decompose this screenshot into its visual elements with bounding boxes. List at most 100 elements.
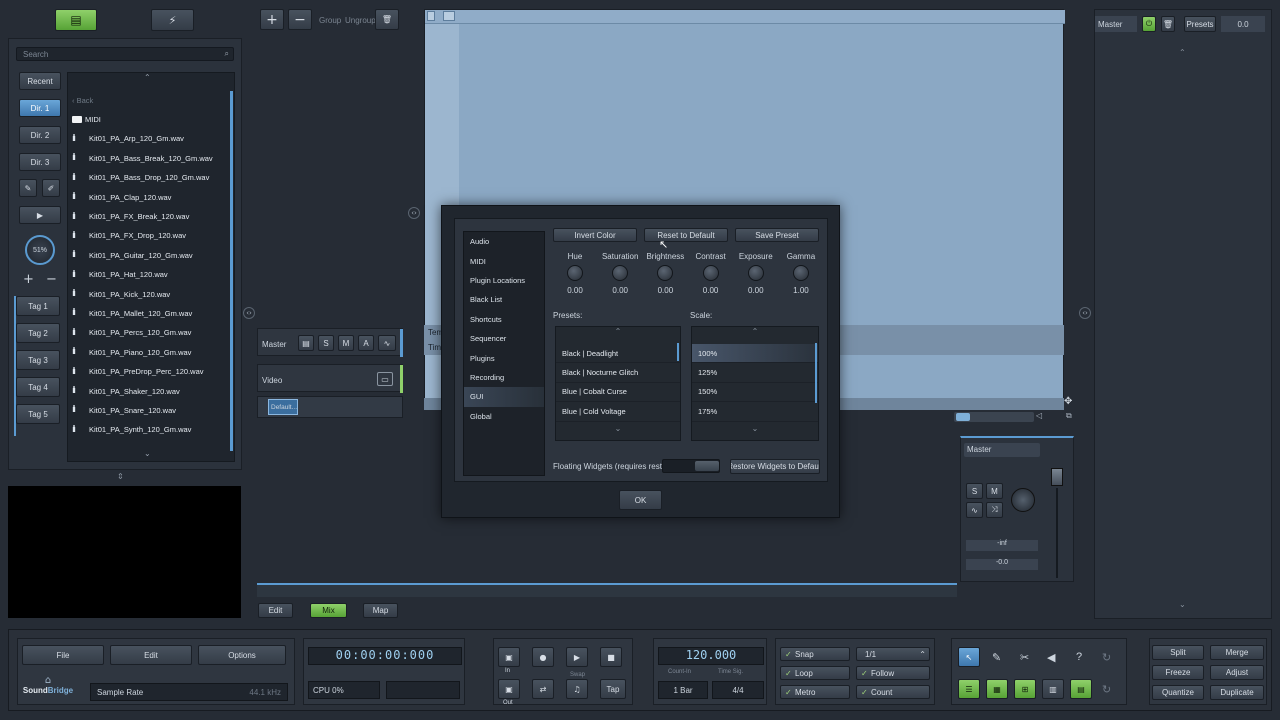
list-item[interactable]: 125% <box>692 363 818 383</box>
list-item[interactable]: ıllı Kit01_PA_Kick_120.wav <box>68 285 228 305</box>
scroll-down-icon[interactable]: ⌄ <box>144 449 158 458</box>
collapse-left-icon[interactable]: ‹› <box>243 307 255 319</box>
brightness-knob[interactable] <box>657 265 674 281</box>
tag-scrollbar[interactable] <box>14 296 16 436</box>
scroll-up-icon[interactable]: ⌃ <box>556 327 680 339</box>
list-item-selected[interactable]: 100% <box>692 344 818 364</box>
loop-start-marker[interactable] <box>427 11 435 21</box>
list-item[interactable]: ıllı Kit01_PA_FX_Drop_120.wav <box>68 227 228 247</box>
list-item[interactable]: ıllı Kit01_PA_Mallet_120_Gm.wav <box>68 304 228 324</box>
power-button[interactable]: ⏻ <box>1142 16 1156 32</box>
tap-button[interactable]: Tap <box>600 679 626 699</box>
menu-audio[interactable]: Audio <box>464 232 544 251</box>
follow-toggle[interactable]: ✓ Follow <box>856 666 930 680</box>
view-matrix-button[interactable]: ⊞ <box>1014 679 1036 699</box>
count-in-select[interactable]: 1 Bar <box>658 681 708 699</box>
menu-recording[interactable]: Recording <box>464 368 544 387</box>
menu-plugins[interactable]: Plugins <box>464 348 544 367</box>
dir2-button[interactable]: Dir. 2 <box>19 126 61 144</box>
tag-2-button[interactable]: Tag 2 <box>16 323 60 343</box>
tempo-display[interactable]: 120.000 <box>658 647 764 665</box>
view-piano-button[interactable]: ▥ <box>1042 679 1064 699</box>
duplicate-button[interactable]: Duplicate <box>1210 685 1264 700</box>
contrast-knob[interactable] <box>702 265 719 281</box>
save-preset-button[interactable]: Save Preset <box>735 228 819 242</box>
zoom-icon[interactable]: ◁ <box>1036 411 1042 420</box>
file-list-scrollbar[interactable] <box>230 91 233 451</box>
invert-color-button[interactable]: Invert Color <box>553 228 637 242</box>
view-browser-button[interactable]: ▤ <box>1070 679 1092 699</box>
scroll-up-icon[interactable]: ⌃ <box>1179 48 1186 57</box>
channel-envelope-button[interactable]: ∿ <box>966 502 983 518</box>
preview-volume-knob[interactable]: 51% <box>25 235 55 265</box>
scroll-down-icon[interactable]: ⌄ <box>1179 600 1186 609</box>
zoom-slider[interactable] <box>954 412 1034 422</box>
options-menu[interactable]: Options <box>198 645 286 665</box>
delete-track-button[interactable]: 🗑 <box>375 9 399 30</box>
collapse-tracks-icon[interactable]: ‹› <box>408 207 420 219</box>
video-track[interactable]: Video ▭ <box>257 364 403 393</box>
menu-gui[interactable]: GUI <box>464 387 544 407</box>
volume-readout[interactable]: -0.0 <box>966 559 1038 570</box>
merge-button[interactable]: Merge <box>1210 645 1264 660</box>
scroll-up-icon[interactable]: ⌃ <box>144 73 151 82</box>
time-display[interactable]: 00:00:00:000 <box>308 647 462 665</box>
pointer-tool-button[interactable]: ↖ <box>958 647 980 667</box>
record-out-button[interactable]: ▣ <box>498 679 520 699</box>
scroll-up-icon[interactable]: ⌃ <box>692 327 818 339</box>
menu-plugin-locations[interactable]: Plugin Locations <box>464 271 544 290</box>
list-item[interactable]: ıllı Kit01_PA_Piano_120_Gm.wav <box>68 343 228 363</box>
volume-fader[interactable] <box>1051 468 1063 486</box>
menu-black-list[interactable]: Black List <box>464 290 544 309</box>
dir3-button[interactable]: Dir. 3 <box>19 153 61 171</box>
tag-tool-button[interactable]: ✎ <box>19 179 37 197</box>
add-icon[interactable]: + <box>23 272 34 287</box>
exposure-knob[interactable] <box>747 265 764 281</box>
tag-1-button[interactable]: Tag 1 <box>16 296 60 316</box>
stop-button[interactable]: ■ <box>600 647 622 667</box>
right-delete-button[interactable]: 🗑 <box>1161 16 1175 32</box>
help-icon[interactable]: ? <box>1076 651 1082 663</box>
scroll-down-icon[interactable]: ⌄ <box>692 424 818 436</box>
play-button[interactable]: ▶ <box>566 647 588 667</box>
list-item[interactable]: ıllı Kit01_PA_Bass_Drop_120_Gm.wav <box>68 169 228 188</box>
adjust-button[interactable]: Adjust <box>1210 665 1264 680</box>
mixer-scrollbar[interactable] <box>257 583 957 597</box>
count-toggle[interactable]: ✓ Count <box>856 685 930 699</box>
floating-widgets-toggle[interactable] <box>662 459 720 473</box>
preset-value[interactable]: 0.0 <box>1221 16 1265 32</box>
list-item[interactable]: 175% <box>692 402 818 422</box>
list-item[interactable]: ıllı Kit01_PA_Guitar_120_Gm.wav <box>68 246 228 266</box>
preview-play-button[interactable]: ▶ <box>19 206 61 224</box>
metronome-note-button[interactable]: ♫ <box>566 679 588 699</box>
restore-widgets-button[interactable]: Restore Widgets to Default <box>730 459 820 474</box>
list-item[interactable]: 150% <box>692 383 818 403</box>
list-item[interactable]: ıllı Kit01_PA_Clap_120.wav <box>68 188 228 208</box>
collapse-right-icon[interactable]: ‹› <box>1079 307 1091 319</box>
envelope-button[interactable]: ∿ <box>378 335 396 351</box>
solo-button[interactable]: S <box>318 335 334 351</box>
pan-knob[interactable] <box>1011 488 1035 512</box>
right-master-select[interactable]: Master <box>1095 16 1137 32</box>
swap-button[interactable]: ⇄ <box>532 679 554 699</box>
tag-3-button[interactable]: Tag 3 <box>16 350 60 370</box>
sample-rate-display[interactable]: Sample Rate 44.1 kHz <box>90 683 288 701</box>
channel-name[interactable]: Master <box>964 443 1040 457</box>
ungroup-button[interactable]: Ungroup <box>345 16 376 25</box>
loop-toggle[interactable]: ✓ Loop <box>780 666 850 680</box>
menu-sequencer[interactable]: Sequencer <box>464 329 544 348</box>
reset-default-button[interactable]: Reset to Default <box>644 228 728 242</box>
clip[interactable]: Default... <box>268 399 298 415</box>
list-item[interactable]: MIDI <box>68 110 228 130</box>
splitter-handle-icon[interactable]: ⇕ <box>117 472 124 481</box>
brush-tool-button[interactable]: ✐ <box>42 179 60 197</box>
metronome-toggle[interactable]: ✓ Metro <box>780 685 850 699</box>
record-in-button[interactable]: ▣ <box>498 647 520 667</box>
gamma-knob[interactable] <box>792 265 809 281</box>
undo-icon[interactable]: ↻ <box>1102 651 1111 664</box>
list-item[interactable]: ıllı Kit01_PA_Bass_Break_120_Gm.wav <box>68 149 228 169</box>
snap-toggle[interactable]: ✓ Snap <box>780 647 850 661</box>
record-button[interactable]: ● <box>532 647 554 667</box>
list-item[interactable]: ıllı Kit01_PA_Snare_120.wav <box>68 401 228 421</box>
quantize-select[interactable]: 1/1 ⌃ <box>856 647 930 661</box>
